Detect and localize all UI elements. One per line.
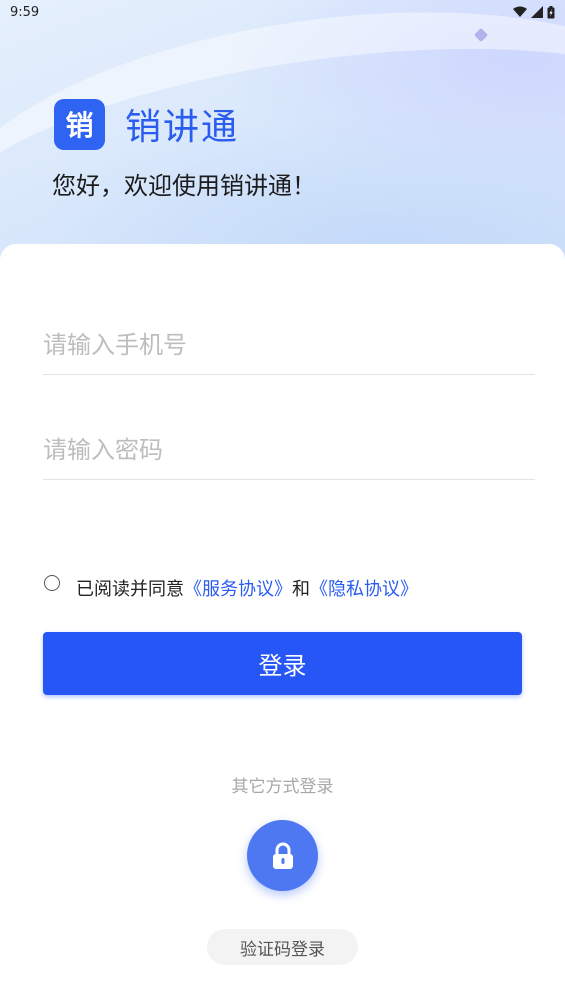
agreement-radio[interactable] (44, 575, 60, 591)
other-login-label: 其它方式登录 (231, 777, 334, 797)
agreement-row: 已阅读并同意 《服务协议》 和 《隐私协议》 (44, 575, 418, 601)
password-field[interactable] (43, 420, 535, 480)
status-icons (513, 5, 555, 19)
app-name: 销讲通 (125, 107, 240, 148)
phone-input[interactable] (43, 315, 535, 374)
app-logo: 销 (54, 98, 105, 150)
battery-icon (547, 5, 555, 18)
agreement-and: 和 (292, 579, 310, 600)
sms-login-button[interactable]: 验证码登录 (207, 929, 358, 965)
phone-field[interactable] (43, 315, 535, 375)
signal-icon (531, 6, 543, 18)
welcome-text: 您好，欢迎使用销讲通！ (52, 172, 316, 200)
lock-icon (272, 842, 293, 869)
status-time: 9:59 (10, 4, 40, 20)
agreement-prefix: 已阅读并同意 (76, 579, 184, 600)
password-input[interactable] (43, 420, 535, 479)
privacy-agreement-link[interactable]: 《隐私协议》 (310, 575, 418, 601)
wifi-icon (513, 6, 527, 17)
status-bar: 9:59 (0, 0, 565, 24)
service-agreement-link[interactable]: 《服务协议》 (184, 575, 292, 601)
login-button[interactable]: 登录 (43, 632, 522, 695)
password-login-button[interactable] (247, 820, 318, 891)
brand: 销 销讲通 (54, 98, 239, 150)
